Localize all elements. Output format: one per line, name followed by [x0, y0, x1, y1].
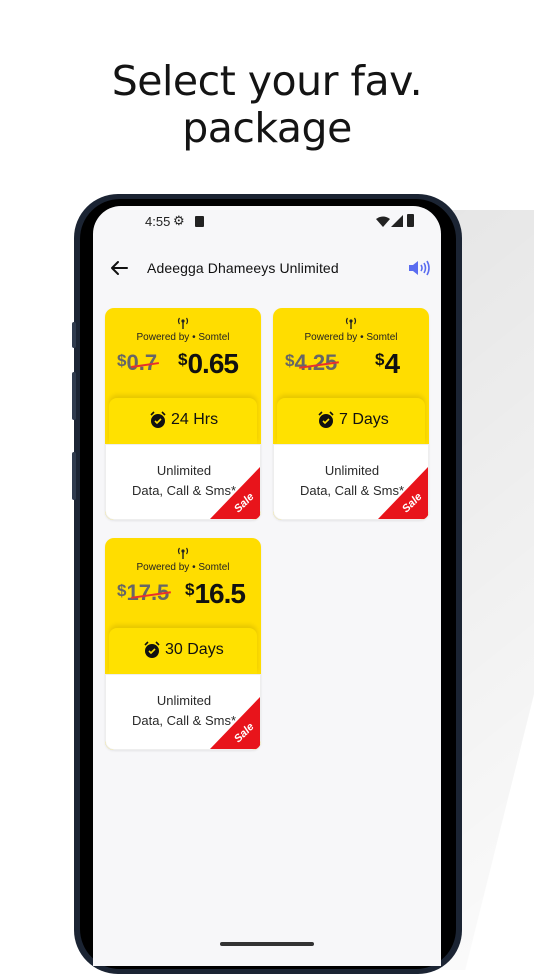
phone-screen: 4:55 ⚙ Adeegga Dhameeys Unlimited Powere… [93, 206, 441, 966]
package-card-7days[interactable]: Powered by • Somtel $4.25 $4 7 Days Unli… [273, 308, 429, 520]
powered-by-label: Powered by • Somtel [136, 562, 230, 573]
old-price: $0.7 [117, 350, 160, 376]
alarm-clock-icon [318, 411, 334, 428]
signal-icon [391, 215, 403, 227]
promo-title-line1: Select your fav. [111, 57, 423, 105]
new-price: $0.65 [178, 348, 239, 379]
alarm-clock-icon [144, 641, 160, 658]
status-time: 4:55 [145, 214, 171, 229]
package-card-30days[interactable]: Powered by • Somtel $17.5 $16.5 30 Days … [105, 538, 261, 750]
new-price: $16.5 [185, 578, 246, 609]
promo-title: Select your fav. package [0, 58, 534, 152]
alarm-clock-icon [150, 411, 166, 428]
sale-badge [210, 697, 260, 749]
arrow-left-icon[interactable] [107, 256, 131, 280]
phone-side-button [72, 322, 76, 348]
duration-band: 24 Hrs [109, 398, 257, 444]
gear-icon: ⚙ [173, 213, 185, 228]
duration-band: 7 Days [277, 398, 425, 444]
duration-label: 30 Days [165, 641, 224, 658]
duration-band: 30 Days [109, 628, 257, 674]
status-bar: 4:55 ⚙ [93, 206, 441, 238]
promo-title-line2: package [182, 104, 352, 152]
home-indicator[interactable] [220, 942, 314, 946]
duration-label: 7 Days [339, 411, 389, 428]
antenna-icon [345, 317, 357, 329]
battery-icon [407, 214, 414, 227]
old-price: $17.5 [117, 580, 172, 605]
duration-label: 24 Hrs [171, 411, 219, 428]
sale-badge [378, 467, 428, 519]
phone-side-button [72, 372, 76, 420]
old-price: $4.25 [285, 350, 340, 375]
sim-icon [195, 216, 204, 227]
new-price: $4 [375, 348, 400, 379]
app-bar: Adeegga Dhameeys Unlimited [93, 248, 441, 288]
speaker-wave-icon[interactable] [406, 256, 432, 280]
app-title: Adeegga Dhameeys Unlimited [147, 260, 339, 276]
antenna-icon [177, 547, 189, 559]
package-card-24hrs[interactable]: Powered by • Somtel $0.7 $0.65 24 Hrs Un… [105, 308, 261, 520]
package-description: Unlimited Data, Call & Sms* Sale [105, 444, 261, 520]
phone-side-button [72, 452, 76, 500]
powered-by-label: Powered by • Somtel [304, 332, 398, 343]
antenna-icon [177, 317, 189, 329]
package-description: Unlimited Data, Call & Sms* Sale [105, 674, 261, 750]
powered-by-label: Powered by • Somtel [136, 332, 230, 343]
sale-badge [210, 467, 260, 519]
wifi-icon [376, 216, 390, 227]
package-description: Unlimited Data, Call & Sms* Sale [273, 444, 429, 520]
